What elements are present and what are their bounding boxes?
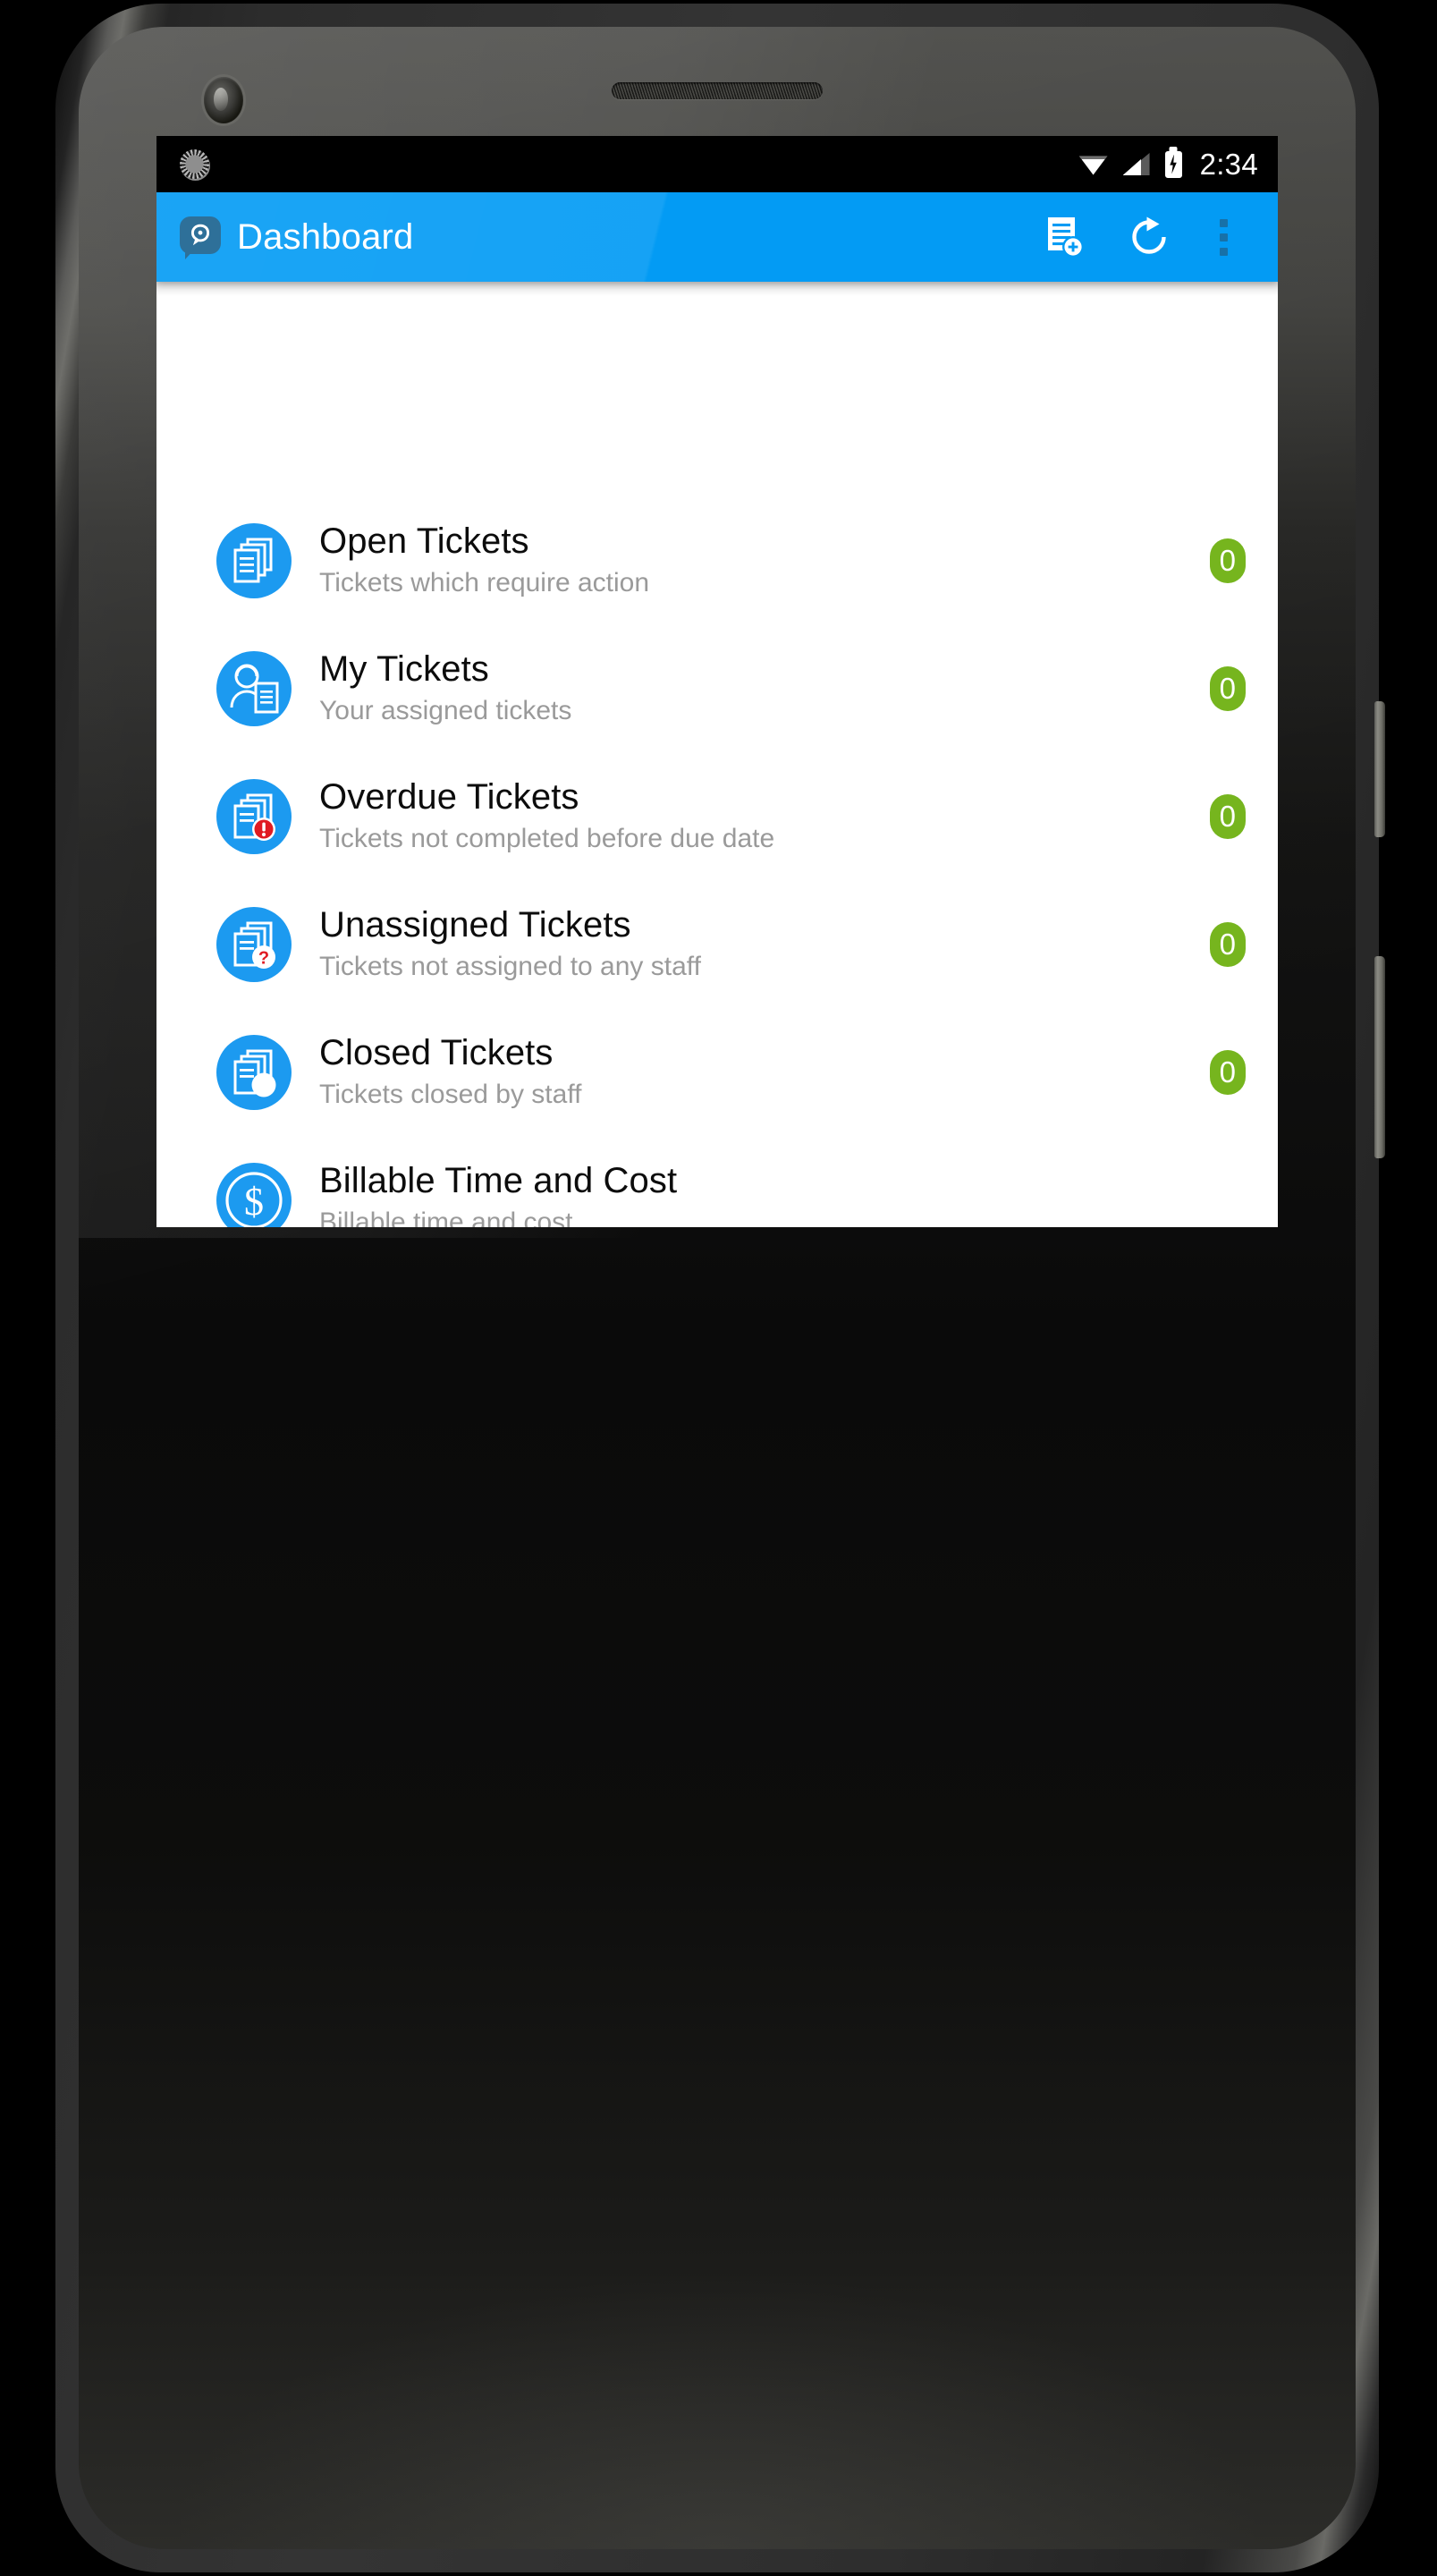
volume-button[interactable] <box>1374 956 1385 1158</box>
app-bar: Dashboard <box>156 192 1278 282</box>
list-item-title: Unassigned Tickets <box>319 904 631 945</box>
status-badge: 0 <box>1209 665 1246 711</box>
list-item[interactable]: Open Tickets Tickets which require actio… <box>156 496 1278 624</box>
billable-time-cost-icon: $ <box>216 1162 292 1227</box>
status-badge: 0 <box>1209 921 1246 967</box>
dashboard-list: Open Tickets Tickets which require actio… <box>156 282 1278 1227</box>
earpiece-speaker <box>612 82 823 99</box>
power-button[interactable] <box>1374 701 1385 837</box>
status-badge: 0 <box>1209 538 1246 583</box>
new-ticket-icon[interactable] <box>1026 196 1108 278</box>
svg-text:?: ? <box>258 948 269 968</box>
list-item-subtitle: Tickets not assigned to any staff <box>319 951 701 981</box>
unassigned-tickets-icon: ? <box>216 906 292 983</box>
list-item-text: Unassigned Tickets Tickets not assigned … <box>319 904 1197 983</box>
cellular-signal-icon <box>1122 153 1150 175</box>
list-item-subtitle: Tickets which require action <box>319 567 650 597</box>
phone-device: 2:34 Dashboard Open Tickets Tickets whic… <box>55 4 1385 2572</box>
list-item-text: Open Tickets Tickets which require actio… <box>319 521 1197 599</box>
app-bar-drop-shadow <box>156 282 1278 296</box>
status-bar-left <box>180 149 1079 179</box>
my-tickets-icon <box>216 650 292 727</box>
wifi-icon <box>1078 154 1108 175</box>
list-item-title: Open Tickets <box>319 521 529 561</box>
list-item[interactable]: $ Billable Time and Cost Billable time a… <box>156 1136 1278 1227</box>
open-tickets-icon <box>216 522 292 599</box>
battery-charging-icon <box>1164 150 1182 178</box>
list-item-subtitle: Billable time and cost <box>319 1207 573 1227</box>
list-item[interactable]: ? Unassigned Tickets Tickets not assigne… <box>156 880 1278 1008</box>
refresh-icon[interactable] <box>1108 196 1190 278</box>
overdue-tickets-icon <box>216 778 292 855</box>
list-item-title: Closed Tickets <box>319 1032 554 1072</box>
status-bar-right: 2:34 <box>1078 148 1258 181</box>
phone-bottom-glow <box>181 2281 1254 2549</box>
page-title: Dashboard <box>237 217 414 257</box>
list-item-subtitle: Tickets closed by staff <box>319 1079 582 1109</box>
list-item-text: Overdue Tickets Tickets not completed be… <box>319 776 1197 855</box>
app-bar-actions <box>1026 196 1256 278</box>
status-badge: 0 <box>1209 1049 1246 1095</box>
support-chat-logo-icon <box>180 216 221 259</box>
status-bar: 2:34 <box>156 136 1278 192</box>
svg-text:$: $ <box>244 1180 264 1224</box>
list-item-text: Closed Tickets Tickets closed by staff <box>319 1032 1197 1111</box>
front-camera-icon <box>204 77 243 123</box>
list-item[interactable]: My Tickets Your assigned tickets 0 <box>156 624 1278 752</box>
list-item-title: My Tickets <box>319 648 489 689</box>
phone-screen: 2:34 Dashboard Open Tickets Tickets whic… <box>156 136 1278 1227</box>
list-item-subtitle: Your assigned tickets <box>319 695 572 725</box>
list-item-text: Billable Time and Cost Billable time and… <box>319 1160 1199 1227</box>
status-badge: 0 <box>1209 793 1246 839</box>
closed-tickets-icon <box>216 1034 292 1111</box>
list-item-text: My Tickets Your assigned tickets <box>319 648 1197 727</box>
list-item-title: Billable Time and Cost <box>319 1160 678 1200</box>
list-item-subtitle: Tickets not completed before due date <box>319 823 775 853</box>
overflow-menu-icon[interactable] <box>1190 196 1256 278</box>
list-item-title: Overdue Tickets <box>319 776 579 817</box>
status-bar-clock: 2:34 <box>1199 148 1258 181</box>
list-item[interactable]: Closed Tickets Tickets closed by staff 0 <box>156 1008 1278 1136</box>
sync-icon <box>180 149 209 179</box>
list-item[interactable]: Overdue Tickets Tickets not completed be… <box>156 752 1278 880</box>
